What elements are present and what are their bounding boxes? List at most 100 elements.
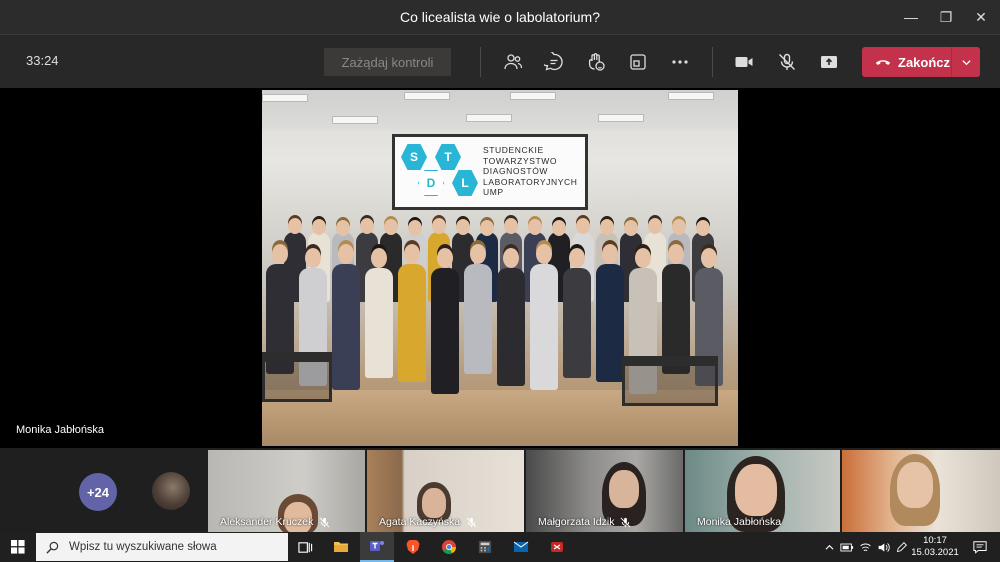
projector-screen: S T D L STUDENCKIE TOWARZYSTWO DIAGNOSTÓ…	[392, 134, 588, 210]
person-head	[432, 218, 446, 234]
person	[398, 264, 426, 382]
person-head	[569, 248, 585, 268]
participant-face	[897, 462, 933, 508]
minimize-button[interactable]: —	[894, 0, 928, 34]
windows-start-icon[interactable]	[0, 532, 36, 562]
end-call-main[interactable]: Zakończ	[862, 47, 951, 77]
clock-date: 15.03.2021	[911, 547, 959, 558]
taskbar-search[interactable]: Wpisz tu wyszukiwane słowa	[36, 533, 288, 561]
hang-up-icon	[875, 60, 891, 65]
person	[596, 264, 624, 382]
taskbar-clock[interactable]: 10:17 15.03.2021	[910, 535, 960, 559]
person-head	[408, 220, 422, 236]
person-head	[480, 220, 494, 236]
file-explorer-icon[interactable]	[324, 532, 358, 562]
more-participants-badge[interactable]: +24	[79, 473, 117, 511]
search-icon	[46, 541, 59, 554]
end-call-button[interactable]: Zakończ	[862, 47, 980, 77]
participant-tile[interactable]: Agata Kaczyńska	[367, 450, 524, 532]
org-name: STUDENCKIE TOWARZYSTWO DIAGNOSTÓW LABORA…	[483, 145, 578, 198]
person-head	[312, 219, 326, 235]
clock-time: 10:17	[923, 535, 947, 546]
calculator-icon[interactable]	[468, 532, 502, 562]
person	[431, 268, 459, 394]
chat-icon[interactable]	[541, 49, 567, 75]
person-head	[504, 218, 518, 234]
logo-hex-t: T	[435, 144, 461, 170]
person-head	[668, 244, 684, 264]
chevron-down-icon[interactable]	[952, 47, 980, 77]
volume-icon[interactable]	[874, 541, 892, 554]
chair	[622, 356, 718, 406]
ceiling-lamp	[466, 114, 512, 122]
rooms-icon[interactable]	[625, 49, 651, 75]
person	[563, 268, 591, 378]
task-view-icon[interactable]	[288, 532, 322, 562]
person-head	[624, 220, 638, 236]
person-head	[288, 218, 302, 234]
person-head	[272, 244, 288, 264]
person-head	[437, 248, 453, 268]
main-video-stage: S T D L STUDENCKIE TOWARZYSTWO DIAGNOSTÓ…	[0, 88, 1000, 448]
participant-tile[interactable]: Aleksander Kruczek	[208, 450, 365, 532]
network-icon[interactable]	[856, 541, 874, 554]
battery-icon[interactable]	[838, 543, 856, 552]
chair	[262, 352, 332, 402]
participant-name: Aleksander Kruczek	[220, 516, 314, 528]
person-head	[404, 244, 420, 264]
person	[497, 268, 525, 386]
title-bar: Co licealista wie o labolatorium? — ❐ ✕	[0, 0, 1000, 34]
request-control-button[interactable]: Zażądaj kontroli	[324, 48, 451, 76]
org-line: LABORATORYJNYCH	[483, 176, 578, 187]
ceiling-lamp	[332, 116, 378, 124]
person-head	[338, 244, 354, 264]
org-line: UMP	[483, 187, 504, 197]
participant-label: Monika Jabłońska	[697, 516, 781, 528]
notifications-icon[interactable]	[966, 532, 994, 562]
reactions-icon[interactable]	[583, 49, 609, 75]
person-head	[360, 218, 374, 234]
chrome-icon[interactable]	[432, 532, 466, 562]
app-icon[interactable]	[540, 532, 574, 562]
person-head	[635, 248, 651, 268]
close-button[interactable]: ✕	[964, 0, 998, 34]
person-head	[371, 248, 387, 268]
person-head	[305, 248, 321, 268]
participant-name: Monika Jabłońska	[697, 516, 782, 528]
end-call-label: Zakończ	[898, 54, 951, 70]
person-head	[470, 244, 486, 264]
brave-icon[interactable]	[396, 532, 430, 562]
system-tray	[820, 532, 910, 562]
toolbar-divider	[480, 47, 481, 77]
mail-icon[interactable]	[504, 532, 538, 562]
more-icon[interactable]	[667, 49, 693, 75]
restore-button[interactable]: ❐	[929, 0, 963, 34]
chevron-up-icon[interactable]	[820, 543, 838, 552]
logo-hex-l: L	[452, 170, 478, 196]
mic-off-icon	[466, 517, 477, 527]
mic-off-icon	[621, 517, 631, 527]
person-head	[336, 220, 350, 236]
participant-tile[interactable]	[842, 450, 1000, 532]
participant-tile[interactable]: Małgorzata Idzik	[526, 450, 683, 532]
people-icon[interactable]	[500, 49, 526, 75]
participant-tile[interactable]: Monika Jabłońska	[685, 450, 840, 532]
participant-label: Aleksander Kruczek	[220, 516, 330, 528]
person-head	[672, 219, 686, 235]
logo-hex-d: D	[418, 170, 444, 196]
person-head	[648, 218, 662, 234]
person-head	[536, 244, 552, 264]
mic-muted-icon[interactable]	[774, 49, 800, 75]
teams-icon[interactable]	[360, 532, 394, 562]
ceiling-lamp	[598, 114, 644, 122]
person-head	[696, 220, 710, 236]
participant-label: Agata Kaczyńska	[379, 516, 477, 528]
ceiling-lamp	[262, 94, 308, 102]
participant-face	[609, 470, 639, 508]
share-icon[interactable]	[816, 49, 842, 75]
participant-name: Małgorzata Idzik	[538, 516, 615, 528]
logo-hex-s: S	[401, 144, 427, 170]
avatar[interactable]	[152, 472, 190, 510]
camera-icon[interactable]	[731, 49, 757, 75]
pen-icon[interactable]	[892, 541, 910, 554]
